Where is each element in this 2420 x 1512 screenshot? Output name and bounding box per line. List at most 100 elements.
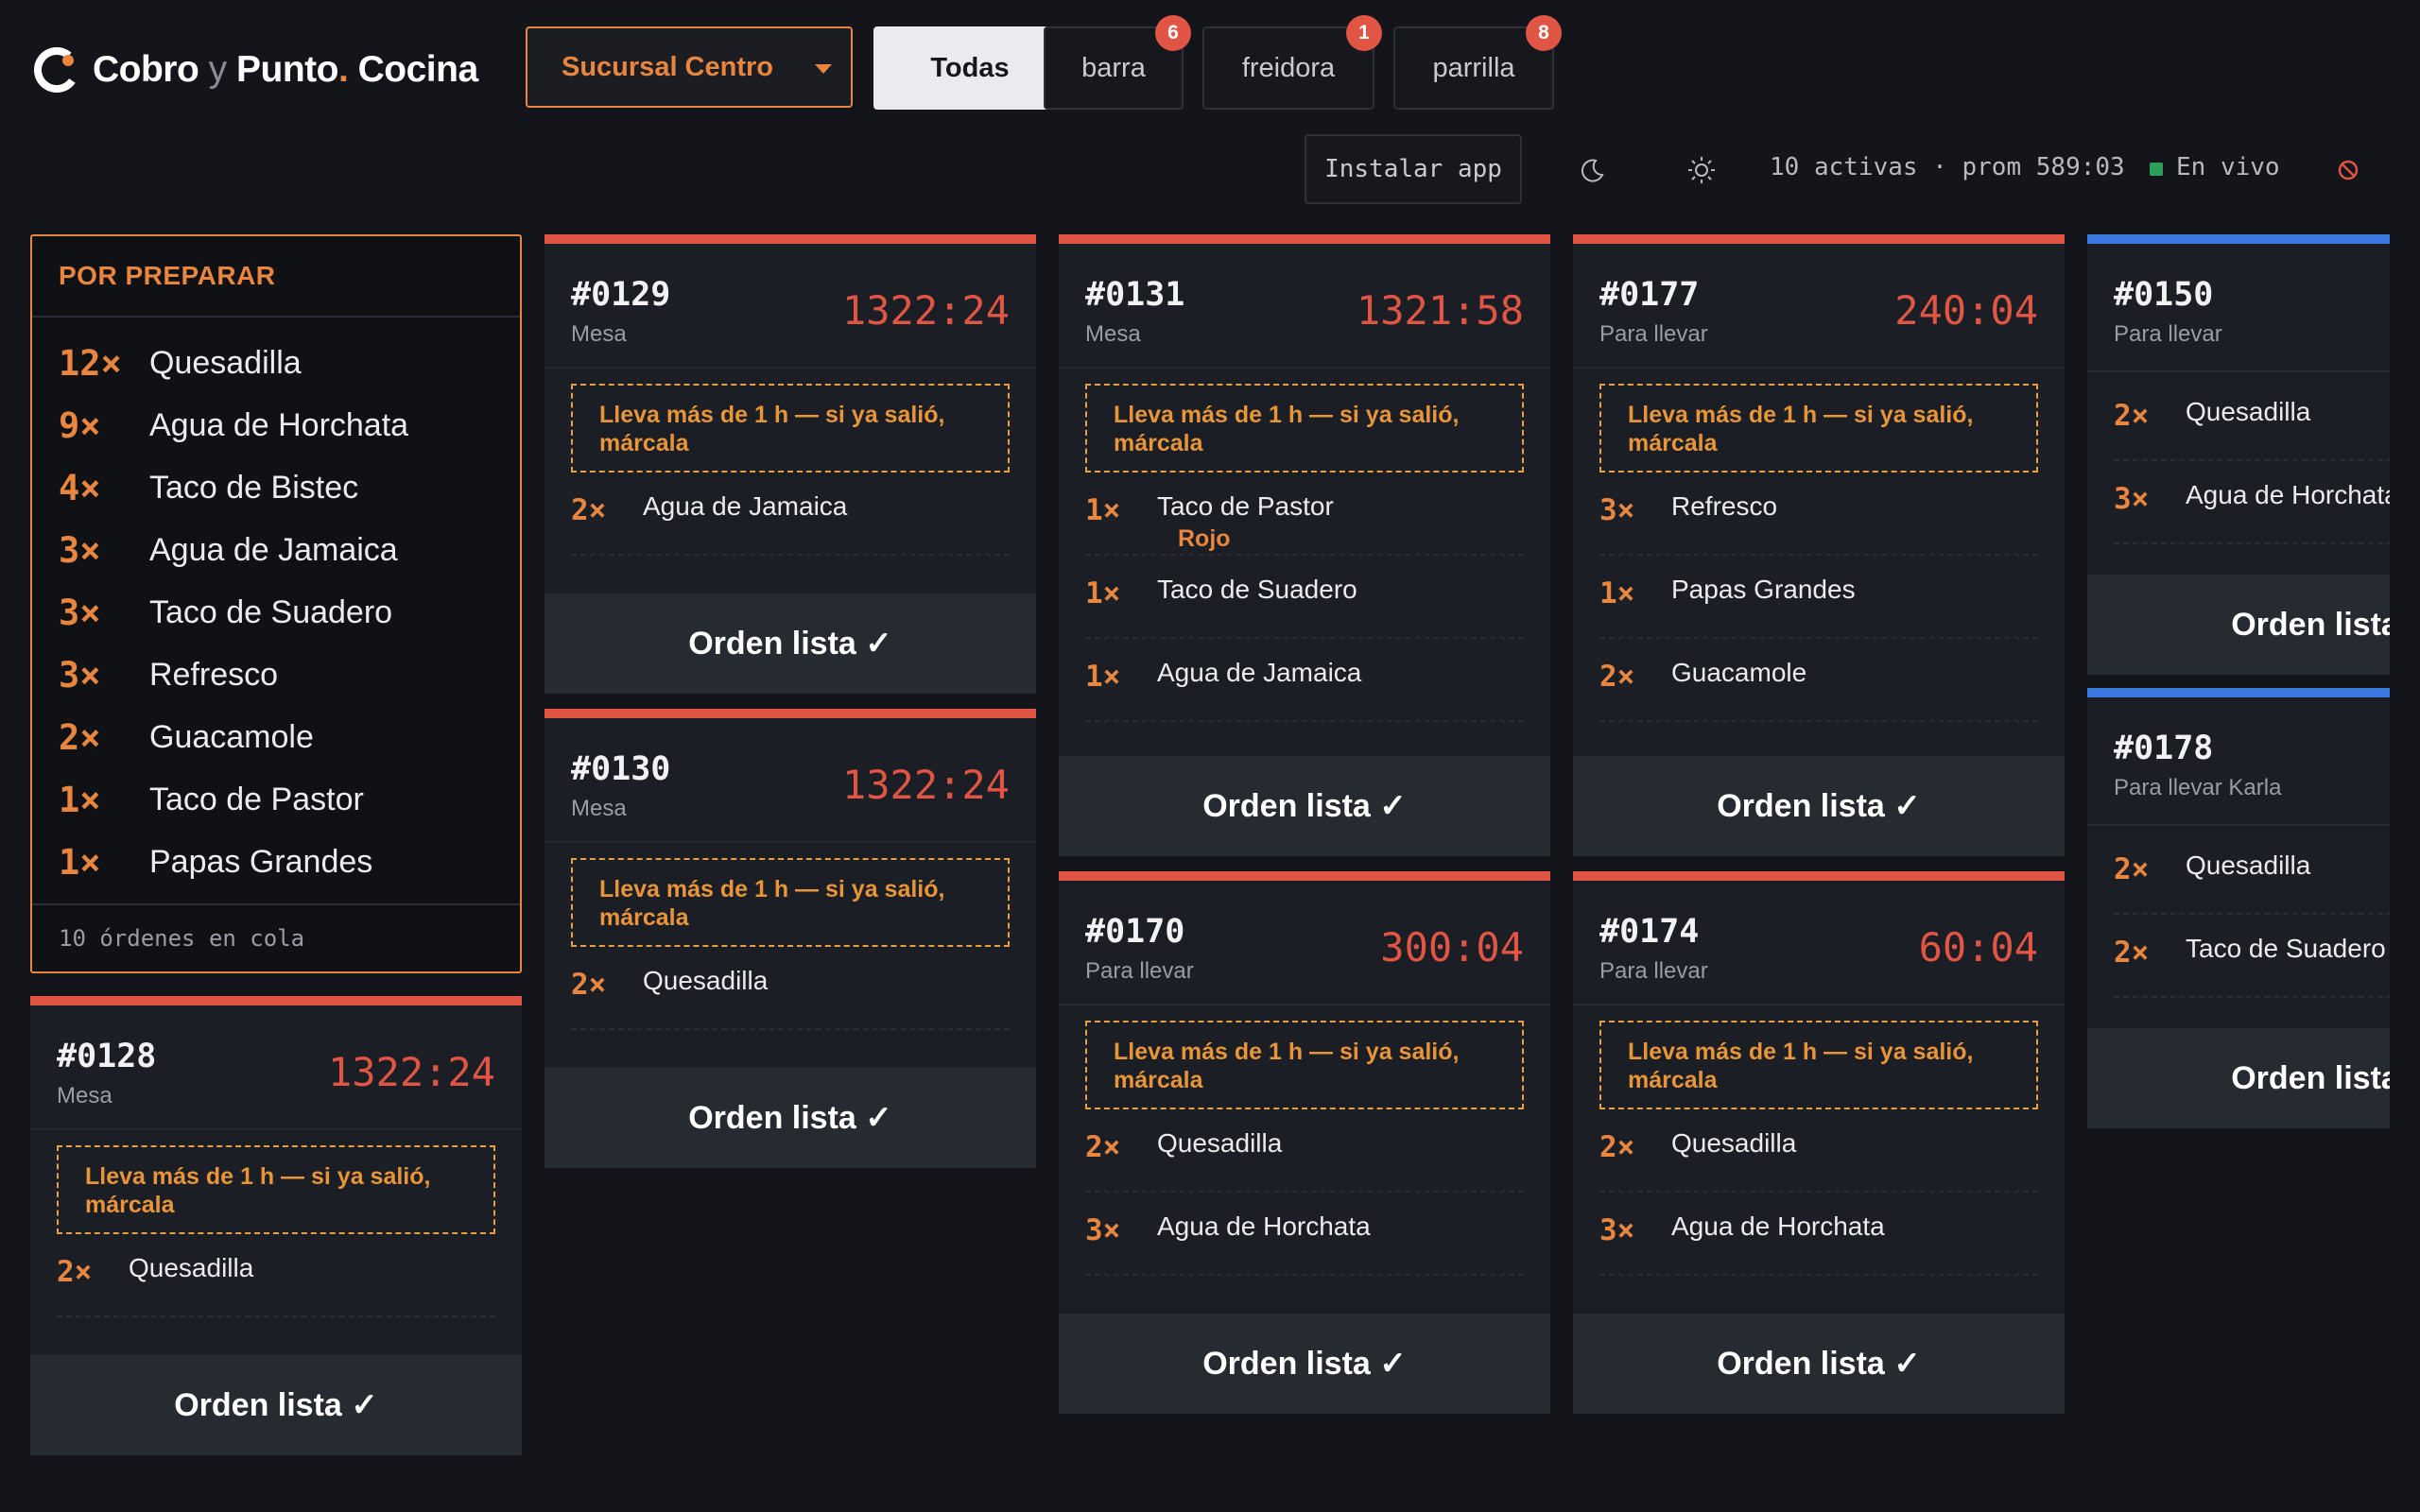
order-number: #0150	[2114, 276, 2214, 314]
order-header: #0130 Mesa 1322:24	[544, 718, 1036, 843]
order-type: Para llevar	[1599, 958, 1708, 984]
order-ready-button[interactable]: Orden lista ✓	[1573, 1314, 2065, 1414]
order-timer: 300:04	[1380, 924, 1524, 971]
sun-icon[interactable]	[1683, 151, 1720, 189]
item-qty: 2×	[1599, 660, 1635, 694]
order-card-0174: #0174 Para llevar 60:04 Lleva más de 1 h…	[1573, 871, 2065, 1414]
tab-badge: 1	[1346, 15, 1382, 51]
summary-qty: 1×	[59, 841, 101, 883]
summary-item: 3× Taco de Suadero	[59, 584, 392, 641]
brand-part-cocina: Cocina	[348, 49, 479, 90]
order-item: 2× Quesadilla	[571, 947, 1010, 1030]
summary-name: Taco de Bistec	[149, 469, 359, 506]
order-header: #0131 Mesa 1321:58	[1059, 244, 1550, 369]
order-ready-button[interactable]: Orden lista ✓	[2087, 575, 2390, 675]
order-item: 2× Taco de Suadero	[2114, 915, 2390, 998]
tab-todas[interactable]: Todas	[873, 26, 1066, 110]
item-name: Agua de Horchata	[1671, 1211, 1885, 1241]
order-number: #0178	[2114, 730, 2214, 767]
overdue-warning: Lleva más de 1 h — si ya salió, márcala	[1085, 1021, 1524, 1109]
summary-item: 1× Taco de Pastor	[59, 771, 364, 828]
order-timer: 240:04	[1894, 287, 2038, 334]
order-ready-button[interactable]: Orden lista ✓	[1059, 1314, 1550, 1414]
item-qty: 2×	[2114, 399, 2150, 433]
summary-qty: 12×	[59, 342, 122, 384]
item-name: Agua de Horchata	[1157, 1211, 1371, 1241]
order-ready-button[interactable]: Orden lista ✓	[544, 1068, 1036, 1168]
live-label: En vivo	[2176, 153, 2280, 181]
order-card-0177: #0177 Para llevar 240:04 Lleva más de 1 …	[1573, 234, 2065, 856]
install-app-button[interactable]: Instalar app	[1305, 134, 1522, 204]
item-name: Taco de Suadero	[2186, 934, 2386, 963]
overdue-warning: Lleva más de 1 h — si ya salió, márcala	[1599, 1021, 2038, 1109]
summary-item: 1× Papas Grandes	[59, 833, 372, 890]
summary-qty: 3×	[59, 592, 101, 633]
order-item: 2× Quesadilla	[57, 1234, 495, 1317]
order-item: 3× Agua de Horchata	[1599, 1193, 2038, 1276]
order-number: #0170	[1085, 913, 1185, 951]
order-type: Para llevar	[1599, 321, 1708, 347]
summary-item: 2× Guacamole	[59, 709, 314, 765]
order-number: #0131	[1085, 276, 1185, 314]
order-header: #0129 Mesa 1322:24	[544, 244, 1036, 369]
order-item: 2× Guacamole	[1599, 639, 2038, 722]
order-timer: 1322:24	[327, 1049, 495, 1095]
branch-select-value: Sucursal Centro	[562, 51, 773, 82]
tab-barra[interactable]: barra 6	[1044, 15, 1191, 110]
order-timer: 1321:58	[1356, 287, 1524, 334]
order-type: Mesa	[571, 321, 627, 347]
tab-parrilla[interactable]: parrilla 8	[1393, 15, 1562, 110]
order-ready-button[interactable]: Orden lista ✓	[544, 593, 1036, 694]
order-item: 3× Agua de Horchata	[1085, 1193, 1524, 1276]
order-header: #0170 Para llevar 300:04	[1059, 881, 1550, 1005]
order-timer: 60:04	[1918, 924, 2038, 971]
summary-qty: 3×	[59, 529, 101, 571]
live-indicator	[2150, 163, 2163, 176]
item-qty: 2×	[1599, 1130, 1635, 1164]
tab-label: freidora	[1241, 52, 1336, 83]
queue-count: 10 órdenes en cola	[32, 903, 520, 971]
order-ready-button[interactable]: Orden lista ✓	[2087, 1028, 2390, 1128]
brand-part-dot: .	[337, 49, 349, 90]
item-qty: 2×	[2114, 936, 2150, 970]
summary-name: Refresco	[149, 656, 279, 693]
order-type: Para llevar	[2114, 321, 2222, 347]
item-name: Quesadilla	[1671, 1128, 1797, 1158]
item-qty: 2×	[57, 1255, 93, 1289]
item-qty: 1×	[1599, 576, 1635, 610]
brand-name: Cobro y Punto. Cocina	[93, 49, 478, 91]
order-ready-button[interactable]: Orden lista ✓	[30, 1355, 522, 1455]
order-ready-button[interactable]: Orden lista ✓	[1059, 756, 1550, 856]
tab-label: parrilla	[1432, 52, 1515, 83]
order-item: 1× Agua de Jamaica	[1085, 639, 1524, 722]
branch-select[interactable]: Sucursal Centro	[526, 26, 853, 108]
summary-name: Agua de Horchata	[149, 406, 409, 443]
summary-name: Guacamole	[149, 718, 314, 755]
moon-icon[interactable]	[1573, 151, 1611, 189]
order-item: 3× Agua de Horchata	[2114, 461, 2390, 544]
summary-qty: 1×	[59, 779, 101, 820]
order-item: 1× Taco de Suadero	[1085, 556, 1524, 639]
order-header: #0128 Mesa 1322:24	[30, 1005, 522, 1130]
overdue-warning: Lleva más de 1 h — si ya salió, márcala	[1085, 384, 1524, 472]
summary-qty: 4×	[59, 467, 101, 508]
item-qty: 1×	[1085, 660, 1121, 694]
summary-qty: 3×	[59, 654, 101, 696]
brand-part-punto: Punto	[235, 49, 338, 90]
item-qty: 2×	[571, 968, 607, 1002]
to-prepare-panel: POR PREPARAR 12× Quesadilla 9× Agua de Hor…	[30, 234, 522, 973]
no-signal-icon[interactable]	[2329, 151, 2367, 189]
tab-freidora[interactable]: freidora 1	[1202, 15, 1382, 110]
item-qty: 2×	[2114, 852, 2150, 886]
summary-item: 3× Refresco	[59, 646, 278, 703]
order-ready-button[interactable]: Orden lista ✓	[1573, 756, 2065, 856]
item-name: Agua de Jamaica	[1157, 658, 1362, 687]
item-qty: 3×	[1599, 493, 1635, 527]
order-item: 3× Refresco	[1599, 472, 2038, 556]
summary-name: Papas Grandes	[149, 843, 373, 880]
overdue-warning: Lleva más de 1 h — si ya salió, márcala	[571, 858, 1010, 947]
order-type: Para llevar	[1085, 958, 1194, 984]
summary-item: 12× Quesadilla	[59, 335, 302, 391]
orders-status: 10 activas · prom 589:03	[1770, 153, 2125, 181]
tab-badge: 8	[1526, 15, 1562, 51]
